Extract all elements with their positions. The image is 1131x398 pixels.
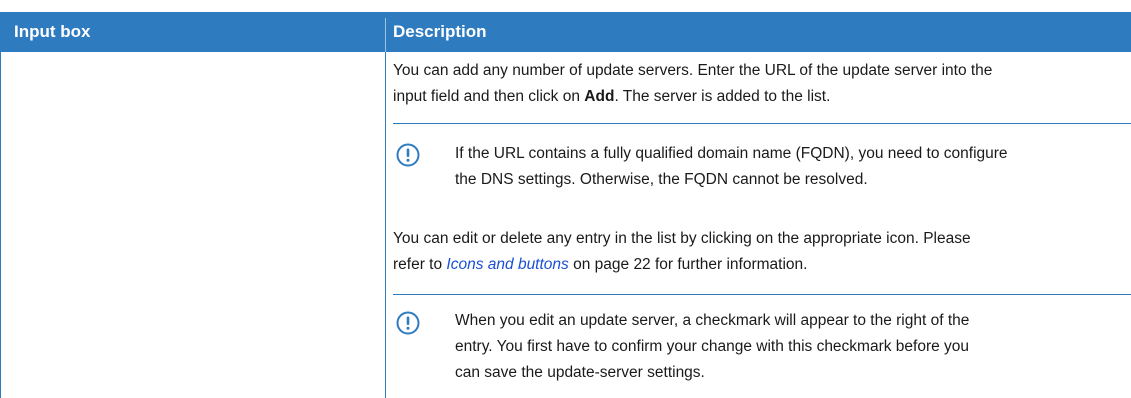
note-line: the DNS settings. Otherwise, the FQDN ca… <box>455 171 868 188</box>
header-description: Description <box>393 22 487 41</box>
icons-and-buttons-link[interactable]: Icons and buttons <box>446 256 568 273</box>
paragraph-line: input field and then click on Add. The s… <box>393 84 1131 110</box>
table-header: Input box Description <box>0 12 1131 52</box>
note-rule <box>393 294 1131 295</box>
note-text: When you edit an update server, a checkm… <box>455 308 1131 386</box>
description-paragraph-edit: You can edit or delete any entry in the … <box>393 226 1131 278</box>
text-fragment: on page 22 for further information. <box>568 256 808 273</box>
text-fragment: input field and then click on <box>393 88 585 105</box>
column-divider <box>385 52 386 398</box>
description-paragraph-add: You can add any number of update servers… <box>393 58 1131 110</box>
note-line: If the URL contains a fully qualified do… <box>455 145 1008 162</box>
text-fragment: refer to <box>393 256 447 273</box>
info-table: Input box Description You can add any nu… <box>0 0 1131 398</box>
note-text: If the URL contains a fully qualified do… <box>455 141 1131 193</box>
exclamation-circle-icon <box>396 311 420 335</box>
add-keyword: Add <box>584 88 615 105</box>
note-line: can save the update-server settings. <box>455 364 705 381</box>
header-input-box: Input box <box>14 22 91 41</box>
note-line: When you edit an update server, a checkm… <box>455 312 970 329</box>
paragraph-line: You can add any number of update servers… <box>393 62 993 79</box>
paragraph-line: refer to Icons and buttons on page 22 fo… <box>393 252 1131 278</box>
note-line: entry. You first have to confirm your ch… <box>455 338 970 355</box>
paragraph-line: You can edit or delete any entry in the … <box>393 230 971 247</box>
text-fragment: . The server is added to the list. <box>614 88 831 105</box>
left-border <box>0 52 1 398</box>
note-rule <box>393 123 1131 124</box>
exclamation-circle-icon <box>396 143 420 167</box>
header-separator <box>385 18 386 52</box>
